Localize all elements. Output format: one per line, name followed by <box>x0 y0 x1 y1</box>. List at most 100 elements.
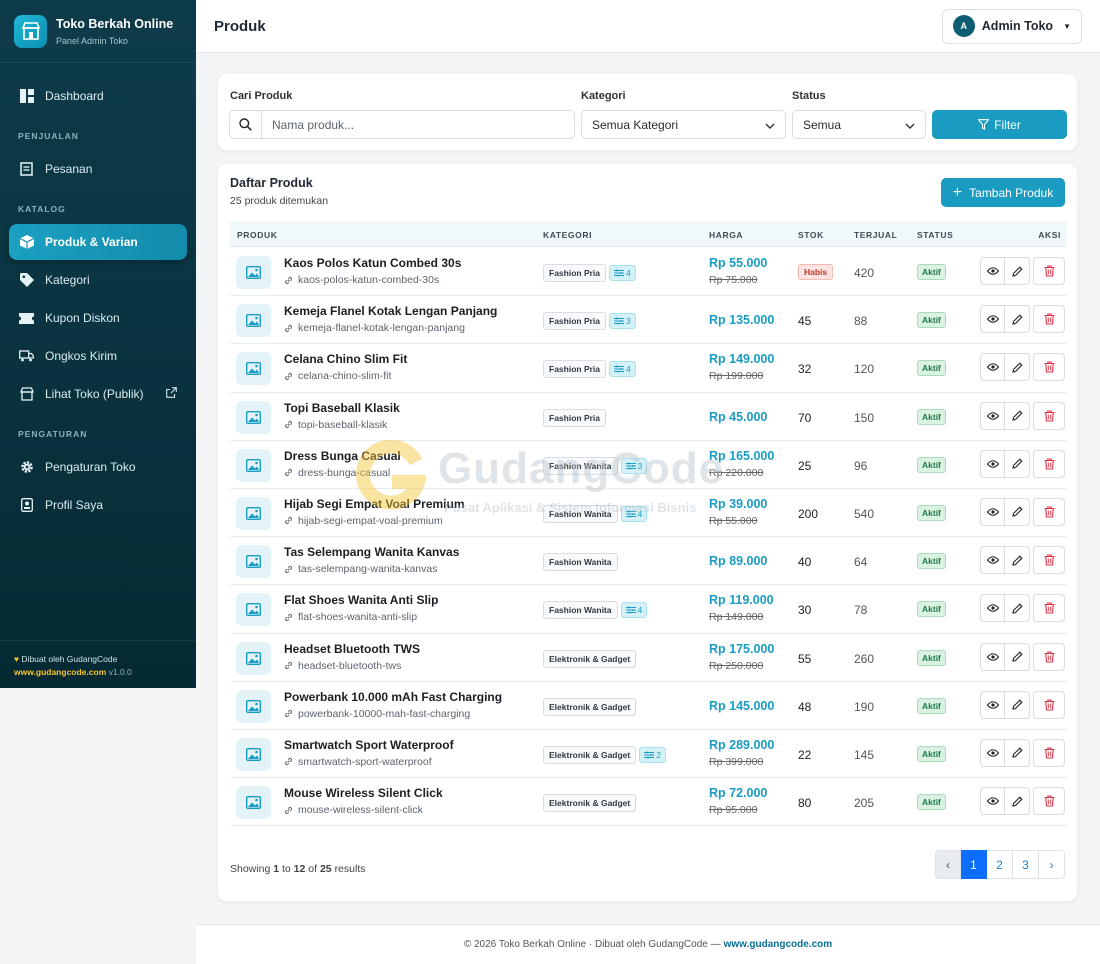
view-button[interactable] <box>980 642 1005 671</box>
gear-icon <box>19 460 34 475</box>
row-actions <box>980 642 1065 671</box>
delete-button[interactable] <box>1033 642 1065 671</box>
view-button[interactable] <box>980 546 1005 575</box>
category-badge: Fashion Pria <box>543 360 607 379</box>
link-icon <box>284 806 293 815</box>
sidebar-item-pesanan[interactable]: Pesanan <box>9 151 187 187</box>
product-name[interactable]: Topi Baseball Klasik <box>284 401 400 415</box>
category-badge: Fashion Wanita <box>543 456 618 475</box>
product-name[interactable]: Smartwatch Sport Waterproof <box>284 738 454 752</box>
edit-button[interactable] <box>1005 690 1030 719</box>
product-name[interactable]: Tas Selempang Wanita Kanvas <box>284 545 459 559</box>
product-slug-text: hijab-segi-empat-voal-premium <box>298 514 443 527</box>
sidebar-item-lihat-toko[interactable]: Lihat Toko (Publik) <box>9 376 187 412</box>
view-button[interactable] <box>980 594 1005 623</box>
view-button[interactable] <box>980 738 1005 767</box>
edit-button[interactable] <box>1005 401 1030 430</box>
product-slug: kemeja-flanel-kotak-lengan-panjang <box>284 322 465 334</box>
category-select[interactable]: Semua Kategori <box>581 110 786 139</box>
edit-button[interactable] <box>1005 353 1030 382</box>
sidebar-item-kupon[interactable]: Kupon Diskon <box>9 300 187 336</box>
product-name[interactable]: Kemeja Flanel Kotak Lengan Panjang <box>284 304 497 318</box>
edit-button[interactable] <box>1005 546 1030 575</box>
stock-badge: Habis <box>798 264 834 280</box>
edit-button[interactable] <box>1005 642 1030 671</box>
sidebar-item-pengaturan-toko[interactable]: Pengaturan Toko <box>9 449 187 485</box>
product-name[interactable]: Kaos Polos Katun Combed 30s <box>284 256 461 270</box>
chevron-down-icon <box>765 118 775 132</box>
product-slug: mouse-wireless-silent-click <box>284 804 423 816</box>
product-name[interactable]: Headset Bluetooth TWS <box>284 642 420 656</box>
edit-button[interactable] <box>1005 594 1030 623</box>
delete-button[interactable] <box>1033 787 1065 816</box>
pagination-page-2[interactable]: 2 <box>987 850 1013 879</box>
pagination-page-3[interactable]: 3 <box>1013 850 1039 879</box>
delete-button[interactable] <box>1033 497 1065 526</box>
product-image-icon <box>236 593 271 627</box>
product-name[interactable]: Powerbank 10.000 mAh Fast Charging <box>284 690 502 704</box>
edit-button[interactable] <box>1005 305 1030 334</box>
edit-button[interactable] <box>1005 787 1030 816</box>
search-icon <box>230 111 262 138</box>
status-badge: Aktif <box>917 649 946 666</box>
pencil-icon <box>1011 555 1023 566</box>
sidebar-credit: Dibuat oleh GudangCode <box>21 654 118 664</box>
status-select[interactable]: Semua <box>792 110 926 139</box>
view-button[interactable] <box>980 305 1005 334</box>
view-button[interactable] <box>980 690 1005 719</box>
trash-icon <box>1044 410 1055 422</box>
delete-button[interactable] <box>1033 401 1065 430</box>
view-button[interactable] <box>980 401 1005 430</box>
variant-badge: 3 <box>609 313 636 330</box>
view-button[interactable] <box>980 497 1005 526</box>
sliders-icon <box>644 751 655 759</box>
delete-button[interactable] <box>1033 738 1065 767</box>
product-name[interactable]: Mouse Wireless Silent Click <box>284 786 443 800</box>
product-name[interactable]: Hijab Segi Empat Voal Premium <box>284 497 465 511</box>
product-name[interactable]: Celana Chino Slim Fit <box>284 352 407 366</box>
delete-button[interactable] <box>1033 449 1065 478</box>
add-product-button[interactable]: + Tambah Produk <box>941 178 1065 207</box>
product-name[interactable]: Dress Bunga Casual <box>284 449 401 463</box>
pagination-prev[interactable]: ‹ <box>935 850 961 879</box>
footer-link[interactable]: www.gudangcode.com <box>724 939 833 950</box>
product-name[interactable]: Flat Shoes Wanita Anti Slip <box>284 593 438 607</box>
product-list-card: Daftar Produk 25 produk ditemukan + Tamb… <box>217 163 1078 902</box>
eye-icon <box>986 459 999 468</box>
sidebar-item-profil[interactable]: Profil Saya <box>9 487 187 523</box>
sidebar-item-dashboard[interactable]: Dashboard <box>9 78 187 114</box>
sidebar-item-kategori[interactable]: Kategori <box>9 262 187 298</box>
view-button[interactable] <box>980 449 1005 478</box>
brand[interactable]: Toko Berkah Online Panel Admin Toko <box>0 0 196 63</box>
pagination-next[interactable]: › <box>1039 850 1065 879</box>
search-input[interactable] <box>262 117 562 132</box>
delete-button[interactable] <box>1033 546 1065 575</box>
sidebar-footer-link[interactable]: www.gudangcode.com <box>14 667 106 677</box>
edit-button[interactable] <box>1005 497 1030 526</box>
delete-button[interactable] <box>1033 594 1065 623</box>
edit-button[interactable] <box>1005 449 1030 478</box>
pagination-page-1[interactable]: 1 <box>961 850 987 879</box>
user-menu-button[interactable]: A Admin Toko ▼ <box>941 8 1082 44</box>
view-button[interactable] <box>980 787 1005 816</box>
sidebar-item-ongkir[interactable]: Ongkos Kirim <box>9 338 187 374</box>
filter-button[interactable]: Filter <box>932 110 1067 139</box>
view-button[interactable] <box>980 257 1005 285</box>
variant-badge: 4 <box>620 505 648 522</box>
delete-button[interactable] <box>1033 353 1065 382</box>
trash-icon <box>1044 458 1055 470</box>
status-badge: Aktif <box>917 264 946 280</box>
link-icon <box>284 324 293 333</box>
sidebar-item-produk[interactable]: Produk & Varian <box>9 224 187 260</box>
edit-button[interactable] <box>1005 257 1030 285</box>
category-select-value: Semua Kategori <box>592 117 679 132</box>
edit-button[interactable] <box>1005 738 1030 767</box>
variant-count: 4 <box>626 268 631 278</box>
delete-button[interactable] <box>1033 305 1065 334</box>
delete-button[interactable] <box>1033 690 1065 719</box>
eye-icon <box>986 652 999 661</box>
view-button[interactable] <box>980 353 1005 382</box>
ticket-icon <box>19 311 34 326</box>
eye-icon <box>986 363 999 372</box>
delete-button[interactable] <box>1033 257 1065 285</box>
